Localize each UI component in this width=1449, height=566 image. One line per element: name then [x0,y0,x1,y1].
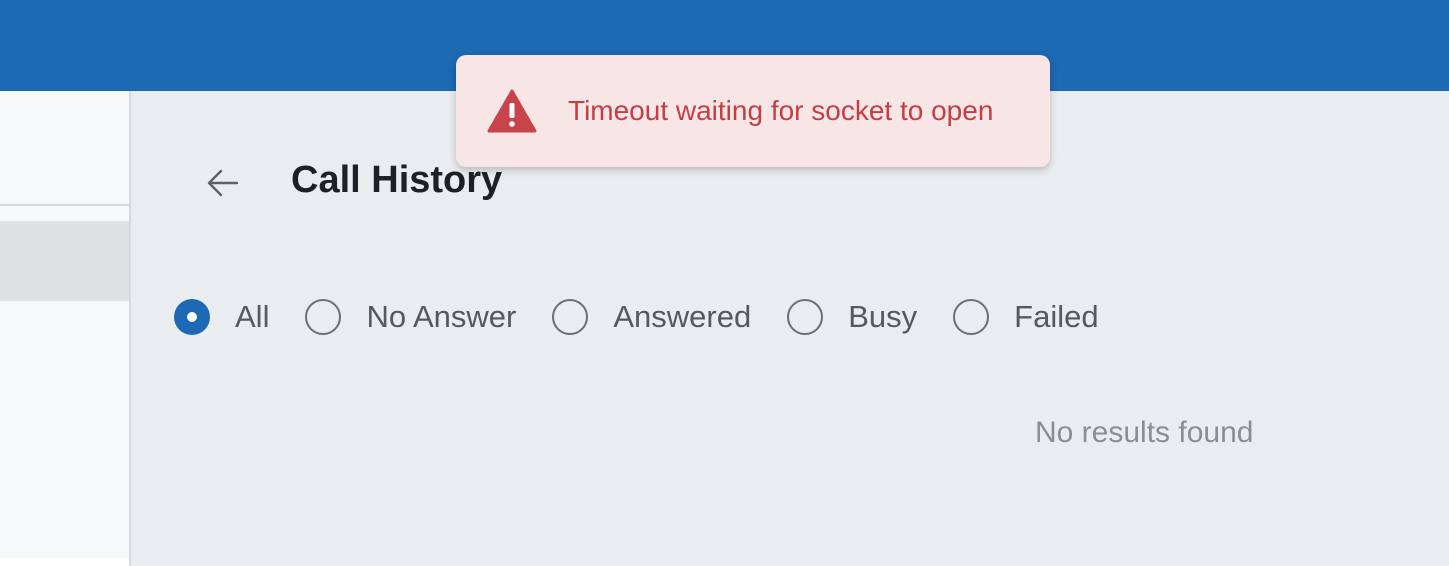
radio-checked-icon [174,299,210,335]
sidebar-bottom-strip [0,558,129,566]
empty-results-message: No results found [1035,416,1254,449]
toast-message: Timeout waiting for socket to open [568,95,994,126]
radio-unchecked-icon [953,299,990,335]
call-status-filter: All No Answer Answered Busy Failed [174,295,1135,339]
filter-label-no-answer: No Answer [366,299,517,334]
sidebar [0,91,131,566]
filter-radio-all[interactable]: All [174,299,269,335]
filter-radio-failed[interactable]: Failed [953,299,1099,335]
filter-label-answered: Answered [613,299,752,334]
filter-radio-no-answer[interactable]: No Answer [305,299,516,335]
radio-unchecked-icon [305,299,342,335]
back-button[interactable] [203,161,243,205]
sidebar-item-selected[interactable] [0,221,129,301]
warning-icon [487,89,537,133]
filter-label-failed: Failed [1014,299,1099,334]
radio-unchecked-icon [552,299,589,335]
filter-label-busy: Busy [848,299,918,334]
sidebar-divider [0,204,129,206]
filter-radio-busy[interactable]: Busy [787,299,917,335]
filter-label-all: All [235,299,270,334]
radio-unchecked-icon [787,299,824,335]
error-toast[interactable]: Timeout waiting for socket to open [456,55,1050,167]
filter-radio-answered[interactable]: Answered [552,299,751,335]
app-window: Call History All No Answer Answered Busy… [0,0,1449,566]
arrow-left-icon [207,169,239,197]
